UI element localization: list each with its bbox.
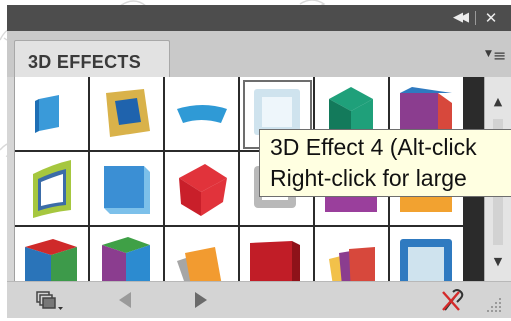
effect-swatch[interactable] bbox=[15, 227, 90, 281]
menu-arrow-icon: ▼ bbox=[485, 49, 492, 59]
blue-arc-effect-icon bbox=[177, 105, 227, 123]
double-chevron-left-icon: ◀◀ bbox=[453, 10, 469, 25]
next-library-icon[interactable] bbox=[189, 290, 211, 310]
blue-frame-effect-icon bbox=[400, 239, 452, 281]
symbol-library-icon[interactable] bbox=[35, 290, 65, 312]
effect-swatch[interactable] bbox=[90, 227, 165, 281]
title-bar-divider bbox=[475, 11, 476, 25]
effect-swatch[interactable] bbox=[165, 227, 240, 281]
arrow-down-icon: ▼ bbox=[493, 255, 503, 268]
blue-box-effect-icon bbox=[104, 166, 150, 214]
effect-tooltip: 3D Effect 4 (Alt-click Right-click for l… bbox=[259, 129, 511, 197]
close-icon: ✕ bbox=[484, 9, 498, 27]
collapse-panel-button[interactable]: ◀◀ bbox=[445, 5, 473, 31]
previous-library-icon[interactable] bbox=[115, 290, 137, 310]
blue-tile-effect-icon bbox=[35, 95, 59, 133]
effect-swatch[interactable] bbox=[165, 152, 240, 227]
multicolor-cube-effect-icon bbox=[102, 237, 150, 281]
break-link-icon[interactable] bbox=[439, 286, 465, 314]
red-stack-effect-icon bbox=[250, 241, 300, 281]
red-green-cube-effect-icon bbox=[25, 239, 77, 281]
tooltip-line-1: 3D Effect 4 (Alt-click bbox=[270, 134, 477, 160]
effect-swatch[interactable] bbox=[390, 227, 465, 281]
curved-frame-effect-icon bbox=[33, 160, 71, 218]
effect-swatch[interactable] bbox=[240, 227, 315, 281]
color-swatches-effect-icon bbox=[329, 247, 375, 281]
effect-swatch[interactable] bbox=[165, 77, 240, 152]
tab-3d-effects[interactable]: 3D EFFECTS bbox=[14, 40, 170, 77]
gold-frame-effect-icon bbox=[106, 89, 150, 137]
resize-grip-icon[interactable] bbox=[485, 296, 505, 314]
panel-menu-button[interactable]: ▼ ≡ bbox=[485, 46, 507, 65]
red-cube-effect-icon bbox=[179, 164, 227, 216]
scroll-down-button[interactable]: ▼ bbox=[485, 251, 511, 273]
effect-swatch[interactable] bbox=[315, 227, 390, 281]
tab-label: 3D EFFECTS bbox=[28, 52, 142, 72]
close-panel-button[interactable]: ✕ bbox=[479, 5, 503, 31]
arrow-up-icon: ▲ bbox=[493, 95, 503, 108]
effect-swatch[interactable] bbox=[15, 152, 90, 227]
orange-cards-effect-icon bbox=[177, 247, 222, 281]
panel-tab-row: 3D EFFECTS ▼ ≡ bbox=[7, 31, 511, 77]
scroll-up-button[interactable]: ▲ bbox=[485, 91, 511, 113]
effect-swatch[interactable] bbox=[90, 152, 165, 227]
effect-swatch[interactable] bbox=[15, 77, 90, 152]
tooltip-line-2: Right-click for large bbox=[270, 165, 467, 191]
menu-lines-icon: ≡ bbox=[493, 46, 507, 65]
panel-title-bar[interactable]: ◀◀ ✕ bbox=[7, 5, 511, 31]
effect-swatch[interactable] bbox=[90, 77, 165, 152]
panel-bottom-bar bbox=[7, 281, 511, 318]
